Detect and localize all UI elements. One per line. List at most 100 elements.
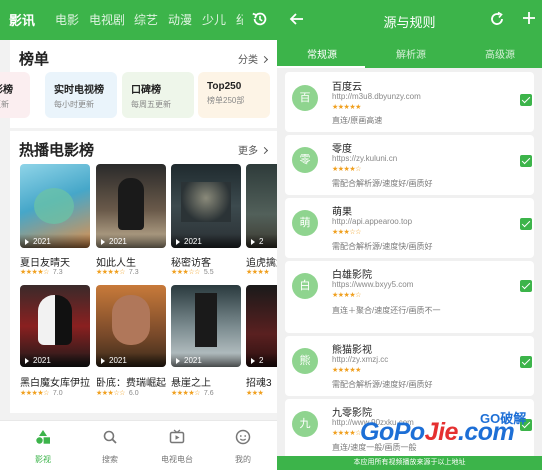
chevron-right-icon (260, 55, 269, 64)
header-bar: 源与规则 常规源 解析源 高级源 (277, 0, 542, 68)
movie-poster[interactable]: 2021 (171, 164, 241, 248)
source-url: http://api.appearoo.top (332, 217, 413, 226)
rank-chip-title: 口碑榜 (131, 85, 161, 96)
enabled-checkbox[interactable] (520, 218, 532, 230)
refresh-icon[interactable] (489, 11, 505, 27)
rank-chip-sub: 每周五更新 (131, 100, 171, 109)
movie-poster[interactable]: 2021 (96, 285, 166, 367)
nav-label: 搜索 (102, 455, 118, 464)
tab-documentary[interactable]: 纪 (236, 11, 243, 28)
tab-anime[interactable]: 动漫 (168, 11, 192, 28)
add-icon[interactable] (521, 10, 537, 26)
source-item[interactable]: 白 白雄影院 https://www.bxyy5.com ★★★★☆ 直连＋聚合… (285, 261, 534, 333)
star-icons: ★★★ (246, 390, 264, 397)
star-icons: ★★★★☆ (96, 269, 125, 276)
rank-chip-title: 实时电视榜 (54, 85, 104, 96)
movie-poster[interactable]: 2021 (96, 164, 166, 248)
chevron-right-icon (260, 146, 269, 155)
source-item[interactable]: 百 百度云 http://m3u8.dbyunzy.com ★★★★★ 直连/原… (285, 72, 534, 132)
top-category-bar: 影讯 电影 电视剧 综艺 动漫 少儿 纪 (0, 0, 277, 40)
tab-variety[interactable]: 综艺 (134, 11, 158, 28)
source-avatar: 白 (292, 273, 318, 299)
screen: 影讯 电影 电视剧 综艺 动漫 少儿 纪 榜单 分类 影榜 更新 实时电视榜 每… (0, 0, 542, 470)
enabled-checkbox[interactable] (520, 94, 532, 106)
category-link-label: 分类 (238, 55, 258, 66)
source-rating-stars: ★★★☆☆ (332, 229, 361, 236)
movie-title: 黑白魔女库伊拉 (20, 378, 90, 389)
tab-tv-series[interactable]: 电视剧 (89, 11, 125, 28)
tab-parse-sources[interactable]: 解析源 (396, 46, 426, 61)
rating-stars: ★★★★☆ 7.0 (20, 389, 63, 397)
history-icon[interactable] (251, 10, 269, 28)
poster-art (181, 182, 231, 222)
watermark-caption: GO破解 (480, 411, 527, 426)
source-item[interactable]: 萌 萌果 http://api.appearoo.top ★★★☆☆ 需配合解析… (285, 198, 534, 258)
more-link[interactable]: 更多 (238, 142, 269, 157)
rank-chip-reputation[interactable]: 口碑榜 每周五更新 (122, 72, 194, 118)
tv-icon (169, 429, 185, 444)
star-icons: ★★★☆☆ (96, 390, 125, 397)
enabled-checkbox[interactable] (520, 155, 532, 167)
movie-title: 夏日友晴天 (20, 258, 70, 269)
star-icons: ★★★☆☆ (171, 269, 200, 276)
search-icon (103, 430, 117, 444)
tab-kids[interactable]: 少儿 (202, 11, 226, 28)
source-avatar: 百 (292, 85, 318, 111)
poster-art (112, 295, 150, 345)
star-icons: ★★★★☆ (20, 390, 49, 397)
source-description: 需配合解析源/速度快/画质好 (332, 242, 433, 251)
poster-art (118, 178, 144, 230)
source-url: https://zy.kuluni.cn (332, 154, 398, 163)
source-item[interactable]: 熊 熊猫影视 http://zy.xmzj.cc ★★★★★ 需配合解析源/速度… (285, 336, 534, 396)
nav-item-tv-radio[interactable]: 电视电台 (152, 429, 202, 465)
rank-chip-top250[interactable]: Top250 榜单250部 (198, 72, 270, 118)
source-avatar: 萌 (292, 210, 318, 236)
source-avatar: 熊 (292, 348, 318, 374)
source-description: 直连＋聚合/速度还行/画质不一 (332, 306, 441, 315)
nav-label: 影视 (35, 455, 51, 464)
watermark-logo: GoPoJie.com GO破解 (360, 408, 540, 458)
poster-year: 2 (246, 353, 277, 367)
movie-poster[interactable]: 2 (246, 285, 277, 367)
movie-poster[interactable]: 2021 (20, 285, 90, 367)
tab-news[interactable]: 影讯 (9, 10, 35, 29)
rank-chip-title: 影榜 (0, 85, 13, 96)
movie-poster[interactable]: 2021 (171, 285, 241, 367)
rank-chip-movie[interactable]: 影榜 更新 (0, 72, 30, 118)
star-icons: ★★★★☆ (20, 269, 49, 276)
nav-item-search[interactable]: 搜索 (85, 429, 135, 465)
rank-chip-title: Top250 (207, 81, 242, 92)
enabled-checkbox[interactable] (520, 356, 532, 368)
source-description: 需配合解析源/速度好/画质好 (332, 179, 433, 188)
source-item[interactable]: 零 零度 https://zy.kuluni.cn ★★★★☆ 需配合解析源/速… (285, 135, 534, 195)
active-tab-indicator (277, 66, 365, 68)
movies-icon (36, 430, 50, 444)
enabled-checkbox[interactable] (520, 280, 532, 292)
movie-title: 如此人生 (96, 258, 136, 269)
source-avatar: 零 (292, 147, 318, 173)
ranking-title: 榜单 (19, 51, 50, 68)
rating-stars: ★★★★☆ 7.6 (171, 389, 214, 397)
rank-chip-sub: 更新 (0, 100, 9, 109)
tab-advanced-sources[interactable]: 高级源 (485, 46, 515, 61)
movie-poster[interactable]: 2 (246, 164, 277, 248)
movie-poster[interactable]: 2021 (20, 164, 90, 248)
rating-score: 7.3 (128, 269, 139, 276)
rating-stars: ★★★★☆ 7.3 (96, 268, 139, 276)
nav-item-profile[interactable]: 我的 (218, 429, 268, 465)
tab-regular-sources[interactable]: 常规源 (307, 46, 337, 61)
nav-item-movies[interactable]: 影视 (18, 429, 68, 465)
star-icons: ★★★★☆ (171, 390, 200, 397)
rating-stars: ★★★ (246, 389, 264, 397)
category-link[interactable]: 分类 (238, 51, 269, 66)
rating-score: 7.3 (52, 269, 63, 276)
poster-year: 2021 (20, 353, 90, 367)
rating-score: 7.0 (52, 390, 63, 397)
poster-year: 2 (246, 234, 277, 248)
rating-score: 7.6 (203, 390, 214, 397)
rank-chip-tv-realtime[interactable]: 实时电视榜 每小时更新 (45, 72, 117, 118)
source-url: https://www.bxyy5.com (332, 280, 414, 289)
profile-icon (235, 429, 251, 445)
tab-movies[interactable]: 电影 (55, 11, 79, 28)
poster-year: 2021 (20, 234, 90, 248)
